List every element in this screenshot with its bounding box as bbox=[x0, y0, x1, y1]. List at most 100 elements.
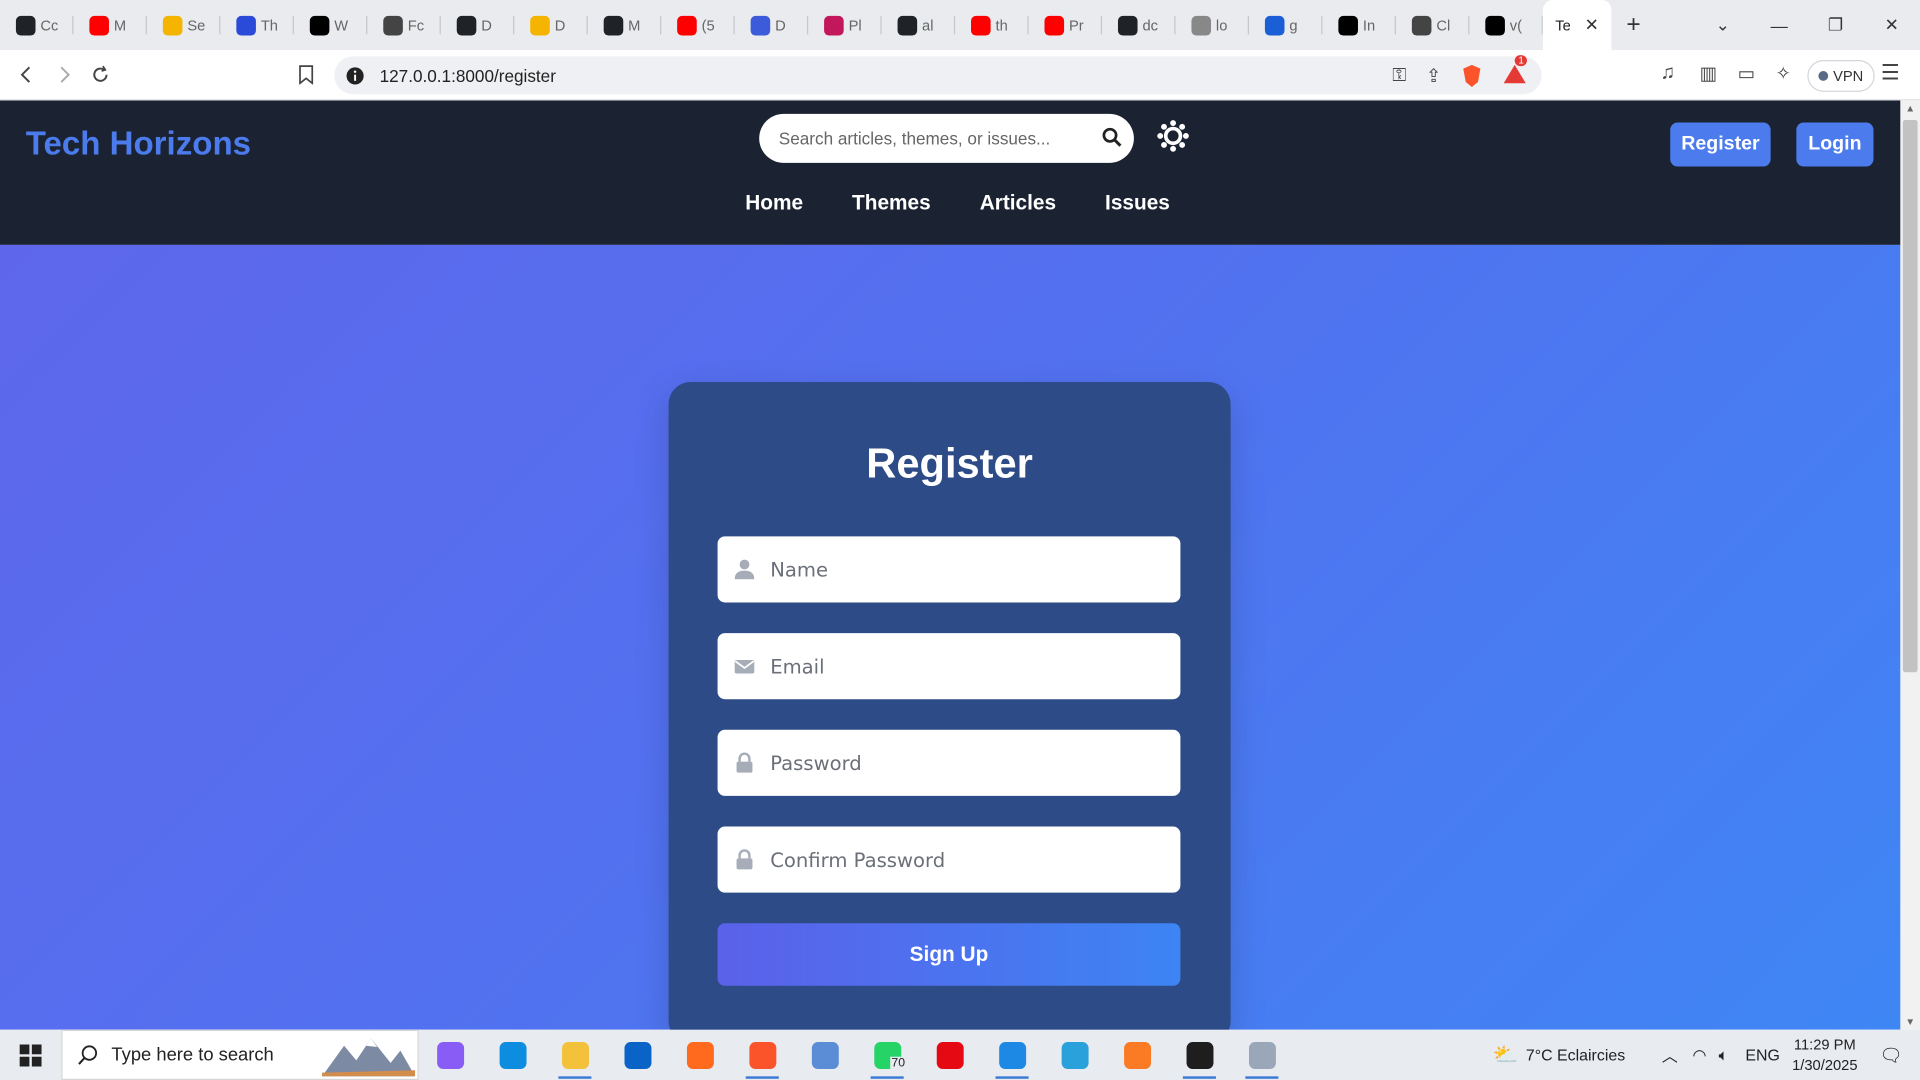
site-info-icon[interactable] bbox=[345, 66, 365, 86]
chatgpt-icon bbox=[1411, 15, 1432, 35]
brave-shields-icon[interactable] bbox=[1461, 63, 1483, 87]
taskbar-app-vscode[interactable] bbox=[981, 1030, 1043, 1080]
speaker-icon[interactable]: 🔈︎ bbox=[1719, 1045, 1729, 1065]
theme-toggle-sun-icon[interactable] bbox=[1156, 119, 1190, 153]
taskbar-app-brave[interactable] bbox=[731, 1030, 793, 1080]
menu-hamburger-icon[interactable]: ☰ bbox=[1881, 61, 1900, 85]
taskbar-app-terminal[interactable] bbox=[1168, 1030, 1230, 1080]
taskbar-app-qbittorrent[interactable] bbox=[793, 1030, 855, 1080]
nav-link-home[interactable]: Home bbox=[745, 191, 803, 215]
browser-tab[interactable]: dc bbox=[1102, 0, 1176, 50]
taskbar-app-file-explorer[interactable] bbox=[544, 1030, 606, 1080]
taskbar-app-copilot[interactable] bbox=[419, 1030, 481, 1080]
browser-tab[interactable]: In bbox=[1322, 0, 1396, 50]
browser-tab[interactable]: M bbox=[588, 0, 662, 50]
wallet-icon[interactable]: ▭ bbox=[1738, 62, 1755, 85]
language-indicator[interactable]: ENG bbox=[1745, 1046, 1779, 1064]
browser-tab[interactable]: al bbox=[882, 0, 956, 50]
tab-search-chevron-icon[interactable]: ⌄ bbox=[1695, 0, 1751, 50]
browser-tab[interactable]: g bbox=[1249, 0, 1323, 50]
taskbar-app-photos[interactable] bbox=[1231, 1030, 1293, 1080]
browser-tab[interactable]: th bbox=[955, 0, 1029, 50]
start-button[interactable] bbox=[0, 1030, 61, 1080]
password-input[interactable] bbox=[770, 751, 1163, 775]
url-text[interactable]: 127.0.0.1:8000/register bbox=[380, 66, 556, 86]
name-input[interactable] bbox=[770, 557, 1163, 582]
leo-ai-icon[interactable]: ✧ bbox=[1776, 62, 1791, 85]
browser-tab[interactable]: D bbox=[514, 0, 588, 50]
weather-cloud-sun-icon[interactable]: ⛅ bbox=[1493, 1043, 1519, 1067]
browser-tab[interactable]: (5 bbox=[661, 0, 735, 50]
close-tab-icon[interactable]: ✕ bbox=[1585, 15, 1599, 36]
wifi-icon[interactable]: ◠ bbox=[1693, 1045, 1707, 1065]
email-input[interactable] bbox=[770, 654, 1163, 678]
browser-tab[interactable]: Th bbox=[220, 0, 294, 50]
vpn-button[interactable]: VPN bbox=[1807, 60, 1875, 92]
scroll-up-arrow-icon[interactable]: ▲ bbox=[1900, 103, 1920, 114]
address-bar-actions: ⚿ ⇪ 1 bbox=[1392, 54, 1528, 94]
forward-button[interactable] bbox=[45, 56, 82, 93]
password-key-icon[interactable]: ⚿ bbox=[1392, 65, 1406, 86]
tray-expand-chevron-icon[interactable]: ︿ bbox=[1662, 1043, 1678, 1066]
windows-taskbar: Type here to search 70 ⛅ 7°C Eclaircies … bbox=[0, 1029, 1920, 1080]
new-tab-button[interactable]: + bbox=[1611, 0, 1655, 50]
scroll-down-arrow-icon[interactable]: ▼ bbox=[1900, 1016, 1920, 1027]
sign-up-button[interactable]: Sign Up bbox=[717, 923, 1181, 986]
bookmark-icon bbox=[299, 65, 314, 85]
nav-link-issues[interactable]: Issues bbox=[1105, 191, 1170, 215]
site-logo[interactable]: Tech Horizons bbox=[26, 125, 251, 163]
taskbar-app-netflix[interactable] bbox=[918, 1030, 980, 1080]
active-tab[interactable]: Te ✕ bbox=[1542, 0, 1612, 51]
header-login-button[interactable]: Login bbox=[1796, 122, 1874, 167]
reload-button[interactable] bbox=[82, 56, 119, 93]
youtube-icon bbox=[1044, 15, 1065, 35]
back-button[interactable] bbox=[9, 56, 46, 93]
browser-tab[interactable]: W bbox=[294, 0, 368, 50]
taskbar-app-telegram[interactable] bbox=[1043, 1030, 1105, 1080]
sidebar-icon[interactable]: ▥ bbox=[1700, 62, 1717, 85]
taskbar-app-edge[interactable] bbox=[481, 1030, 543, 1080]
browser-tab[interactable]: Pr bbox=[1029, 0, 1103, 50]
photos-icon bbox=[1248, 1041, 1276, 1069]
browser-tab[interactable]: v( bbox=[1469, 0, 1543, 50]
site-search-input[interactable] bbox=[778, 128, 1092, 149]
taskbar-search-box[interactable]: Type here to search bbox=[61, 1029, 419, 1080]
page-scrollbar[interactable]: ▲ ▼ bbox=[1900, 100, 1920, 1030]
weather-text[interactable]: 7°C Eclaircies bbox=[1526, 1046, 1625, 1064]
confirm-password-input[interactable] bbox=[770, 847, 1163, 872]
minimize-button[interactable]: — bbox=[1751, 0, 1807, 50]
header-register-button[interactable]: Register bbox=[1670, 122, 1771, 167]
browser-tab[interactable]: lo bbox=[1176, 0, 1249, 50]
nav-link-themes[interactable]: Themes bbox=[852, 191, 931, 215]
clock[interactable]: 11:29 PM 1/30/2025 bbox=[1792, 1034, 1857, 1076]
clock-time: 11:29 PM bbox=[1793, 1035, 1856, 1053]
browser-tab[interactable]: Cc bbox=[0, 0, 74, 50]
web-page: Tech Horizons Register Login Home Themes bbox=[0, 100, 1901, 1030]
share-icon[interactable]: ⇪ bbox=[1426, 64, 1441, 87]
browser-tab-label: W bbox=[334, 16, 349, 34]
search-icon[interactable] bbox=[1101, 126, 1123, 148]
browser-tab[interactable]: Cl bbox=[1396, 0, 1470, 50]
taskbar-app-whatsapp[interactable]: 70 bbox=[856, 1030, 918, 1080]
brave-rewards-icon[interactable]: 1 bbox=[1502, 54, 1528, 89]
maximize-button[interactable]: ❐ bbox=[1807, 0, 1863, 50]
browser-tab[interactable]: Se bbox=[147, 0, 221, 50]
notifications-icon[interactable]: 🗨︎ bbox=[1880, 1044, 1903, 1066]
browser-tab[interactable]: D bbox=[441, 0, 515, 50]
browser-tab[interactable]: Pl bbox=[808, 0, 882, 50]
browser-tab[interactable]: D bbox=[735, 0, 809, 50]
taskbar-search-icon bbox=[78, 1044, 98, 1065]
browser-tab[interactable]: Fc bbox=[367, 0, 441, 50]
taskbar-app-firefox[interactable] bbox=[669, 1030, 731, 1080]
address-bar[interactable]: 127.0.0.1:8000/register ⚿ ⇪ 1 bbox=[334, 54, 1542, 95]
slides-icon bbox=[530, 15, 550, 35]
taskbar-app-xampp[interactable] bbox=[1106, 1030, 1168, 1080]
close-window-button[interactable]: ✕ bbox=[1864, 0, 1920, 50]
scrollbar-thumb[interactable] bbox=[1902, 120, 1918, 673]
nav-link-articles[interactable]: Articles bbox=[980, 191, 1056, 215]
taskbar-app-outlook[interactable] bbox=[606, 1030, 668, 1080]
media-icon[interactable]: ♫ bbox=[1660, 62, 1675, 84]
browser-tab[interactable]: M bbox=[73, 0, 147, 50]
bookmark-button[interactable] bbox=[288, 56, 325, 93]
envelope-icon bbox=[734, 660, 755, 674]
